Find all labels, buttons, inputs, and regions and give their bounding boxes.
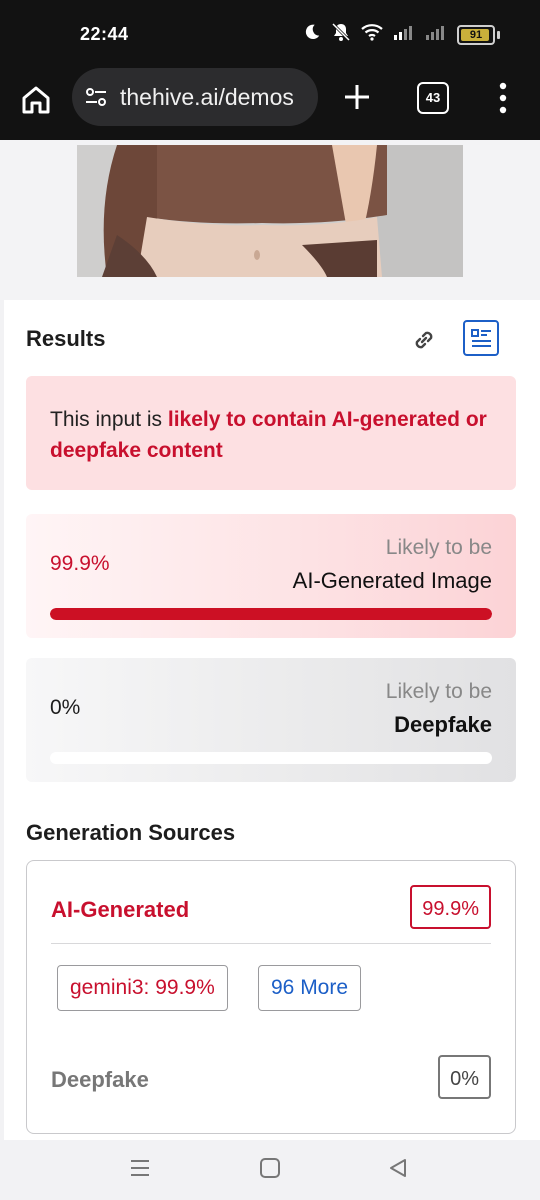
status-time: 22:44 <box>80 24 129 44</box>
more-models-button[interactable]: 96 More <box>258 965 362 1011</box>
bell-muted-icon <box>331 22 351 47</box>
generation-sources-title: Generation Sources <box>26 820 236 845</box>
home-nav-button[interactable] <box>258 1156 282 1180</box>
divider <box>51 943 491 944</box>
ai-generated-badge: 99.9% <box>410 885 491 929</box>
menu-icon <box>131 1160 149 1176</box>
battery-icon: 91 <box>457 24 495 45</box>
url-text: thehive.ai/demos <box>120 83 294 110</box>
verdict-alert: This input is likely to contain AI-gener… <box>26 376 516 490</box>
battery-level: 91 <box>469 28 483 41</box>
score-bar <box>50 752 492 764</box>
home-icon <box>22 86 50 114</box>
deepfake-row: Deepfake 0% <box>51 1055 491 1103</box>
model-chip[interactable]: gemini3: 99.9% <box>57 965 228 1011</box>
tab-switcher-button[interactable]: 43 <box>417 82 449 114</box>
score-caption: Likely to be <box>385 680 492 703</box>
system-nav-bar <box>0 1140 540 1200</box>
new-tab-button[interactable] <box>340 80 374 114</box>
recent-apps-button[interactable] <box>128 1156 152 1180</box>
moon-icon <box>303 23 321 46</box>
overflow-menu-button[interactable] <box>495 80 511 116</box>
address-bar[interactable]: thehive.ai/demos <box>72 68 318 126</box>
ai-generated-label: AI-Generated <box>51 897 190 922</box>
score-percent: 99.9% <box>50 552 110 575</box>
back-triangle-icon <box>390 1159 406 1177</box>
score-label: AI-Generated Image <box>292 568 492 593</box>
battery-tip <box>497 30 500 39</box>
copy-link-button[interactable] <box>410 326 438 354</box>
uploaded-image <box>77 145 463 277</box>
signal-icon <box>425 24 447 45</box>
deepfake-badge: 0% <box>438 1055 491 1099</box>
results-panel: Results This input is likely to contain … <box>4 300 540 1140</box>
deepfake-score-card: 0% Likely to be Deepfake <box>26 658 516 782</box>
list-view-button[interactable] <box>463 320 499 356</box>
browser-toolbar: thehive.ai/demos 43 <box>0 68 540 138</box>
score-bar <box>50 608 492 620</box>
status-icons: 91 <box>303 22 500 47</box>
more-vert-icon <box>499 82 507 114</box>
results-title: Results <box>26 326 106 351</box>
score-label: Deepfake <box>394 712 492 737</box>
generation-sources-panel: AI-Generated 99.9% gemini3: 99.9% 96 Mor… <box>26 860 516 1134</box>
status-bar: 22:44 91 <box>0 0 540 70</box>
score-percent: 0% <box>50 696 81 719</box>
deepfake-label: Deepfake <box>51 1067 149 1092</box>
site-settings-icon[interactable] <box>84 85 108 109</box>
score-caption: Likely to be <box>385 536 492 559</box>
list-icon <box>471 329 491 347</box>
ai-generated-row: AI-Generated 99.9% <box>51 885 491 933</box>
uploaded-image-area <box>0 140 540 300</box>
page-content: Results This input is likely to contain … <box>0 140 540 1140</box>
back-button[interactable] <box>386 1156 410 1180</box>
home-button[interactable] <box>18 82 54 118</box>
plus-icon <box>345 85 369 109</box>
signal-icon <box>393 24 415 45</box>
link-icon <box>415 331 433 349</box>
score-bar-fill <box>50 608 492 620</box>
top-bar: 22:44 91 thehive.ai/demos 43 <box>0 0 540 140</box>
wifi-icon <box>361 23 383 46</box>
alert-text: This input is <box>50 408 168 431</box>
square-icon <box>260 1158 280 1178</box>
ai-generated-score-card: 99.9% Likely to be AI-Generated Image <box>26 514 516 638</box>
